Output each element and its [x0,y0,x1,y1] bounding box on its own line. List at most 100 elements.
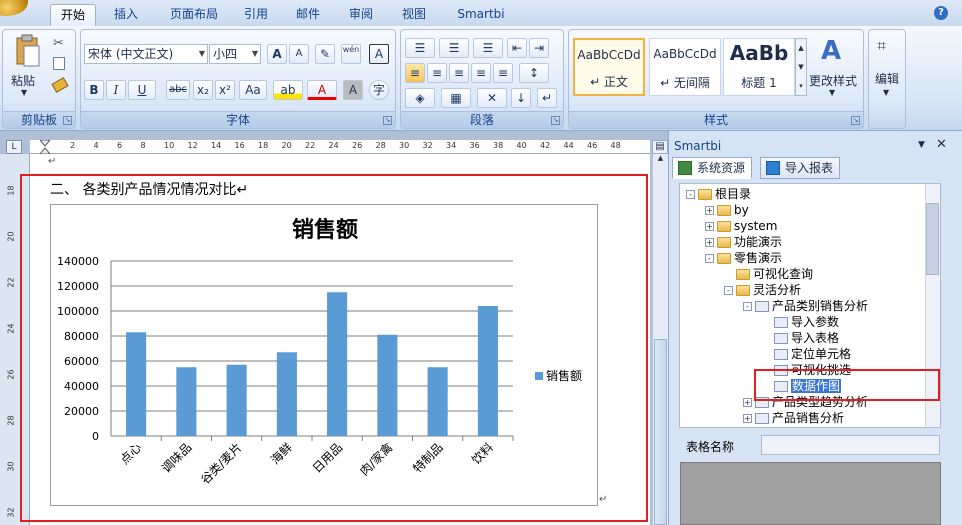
tree-node[interactable]: + 功能演示 [705,234,782,250]
help-icon[interactable]: ? [934,6,948,20]
tab-insert[interactable]: 插入 [104,4,148,26]
bold-button[interactable]: B [84,80,104,100]
panel-menu-icon[interactable]: ▼ [918,140,925,150]
strikethrough-button[interactable]: abc [166,80,190,100]
align-right-button[interactable]: ≡ [449,63,469,83]
clipboard-launcher-icon[interactable]: ↘ [63,116,72,125]
change-styles-icon[interactable]: A [821,36,841,66]
tab-smartbi[interactable]: Smartbi [446,4,516,26]
paste-icon[interactable] [15,34,41,68]
align-center-button[interactable]: ≡ [427,63,447,83]
tab-selector[interactable]: L [6,140,22,154]
style-normal[interactable]: AaBbCcDd ↵ 正文 [573,38,645,96]
panel-close-icon[interactable]: ✕ [936,137,947,152]
decrease-indent-button[interactable]: ⇤ [507,38,527,58]
tab-system-resources[interactable]: 系统资源 [672,157,753,179]
change-styles-label[interactable]: 更改样式 [809,72,857,89]
scroll-thumb[interactable] [654,339,667,525]
tree-node[interactable]: + by [705,202,749,218]
superscript-button[interactable]: x² [215,80,235,100]
editing-dropdown-icon[interactable]: ▼ [883,88,889,97]
tree-toggle-icon[interactable]: + [705,238,714,247]
shading-button[interactable]: ◈ [405,88,435,108]
tree-node[interactable]: 导入表格 [762,330,839,346]
tree-node[interactable]: + 产品销售分析 [743,410,844,426]
tab-view[interactable]: 视图 [392,4,436,26]
tree-toggle-icon[interactable]: + [743,414,752,423]
office-button[interactable] [0,0,28,16]
format-painter-icon[interactable] [51,77,69,93]
tree-toggle-icon[interactable]: + [705,222,714,231]
tree-node[interactable]: - 根目录 [686,186,751,202]
scroll-up-icon[interactable]: ▲ [654,154,667,166]
subscript-button[interactable]: x₂ [193,80,213,100]
tree-node[interactable]: 可视化查询 [724,266,813,282]
bullets-button[interactable]: ☰ [405,38,435,58]
tree-node[interactable]: 定位单元格 [762,346,851,362]
horizontal-ruler[interactable]: 2 4 6 8 10 12 14 16 18 20 22 24 26 28 30 32 34 36 38 40 42 44… [30,139,650,155]
cut-icon[interactable]: ✂ [53,36,64,51]
tab-home[interactable]: 开始 [50,4,96,26]
enclose-characters-button[interactable]: 字 [369,80,389,100]
tree-toggle-icon[interactable]: - [724,286,733,295]
sort-button[interactable]: ↓ [511,88,531,108]
font-color-button[interactable]: A [307,80,337,100]
shrink-font-button[interactable]: A [289,44,309,64]
tree-node[interactable]: 导入参数 [762,314,839,330]
paste-dropdown-icon[interactable]: ▼ [21,88,27,97]
style-no-spacing[interactable]: AaBbCcDd ↵ 无间隔 [649,38,721,96]
tree-node[interactable]: - 灵活分析 [724,282,801,298]
style-heading-1[interactable]: AaBb 标题 1 [723,38,795,96]
tree-node[interactable]: - 零售演示 [705,250,782,266]
paste-label[interactable]: 粘贴 [11,72,35,89]
tree-toggle-icon[interactable]: - [743,302,752,311]
font-name-combo[interactable]: 宋体 (中文正文) ▼ [84,44,208,64]
increase-indent-button[interactable]: ⇥ [529,38,549,58]
document-scrollbar[interactable]: ▲ [652,154,668,525]
distributed-button[interactable]: ≡ [493,63,513,83]
table-name-input[interactable] [761,435,940,455]
tree-scroll-thumb[interactable] [926,203,939,275]
tree-toggle-icon[interactable]: + [705,206,714,215]
paragraph-launcher-icon[interactable]: ↘ [551,116,560,125]
numbering-button[interactable]: ☰ [439,38,469,58]
tree-toggle-icon[interactable]: - [705,254,714,263]
align-left-button[interactable]: ≡ [405,63,425,83]
phonetic-guide-button[interactable]: wén [341,44,361,64]
binoculars-icon[interactable]: ⌗ [877,36,886,56]
tab-references[interactable]: 引用 [234,4,278,26]
indent-marker-icon[interactable] [38,139,52,155]
ruler-tick-label: 6 [117,141,123,150]
clear-format-button[interactable]: ✎ [315,44,335,64]
tree-node[interactable]: + system [705,218,777,234]
styles-scroll[interactable]: ▲ ▼ ▾ [795,38,807,96]
borders-button[interactable]: ▦ [441,88,471,108]
character-shading-button[interactable]: A [343,80,363,100]
chinese-layout-button[interactable]: ✕ [477,88,507,108]
grow-font-button[interactable]: A [267,44,287,64]
font-size-combo[interactable]: 小四 ▼ [209,44,261,64]
tree-toggle-icon[interactable]: + [743,398,752,407]
tab-mailings[interactable]: 邮件 [286,4,330,26]
highlight-button[interactable]: ab [273,80,303,100]
styles-launcher-icon[interactable]: ↘ [851,116,860,125]
tab-review[interactable]: 审阅 [339,4,383,26]
copy-icon[interactable] [53,57,65,70]
tab-page-layout[interactable]: 页面布局 [158,4,230,26]
tab-import-report[interactable]: 导入报表 [760,157,841,179]
tree-toggle-icon[interactable]: - [686,190,695,199]
view-ruler-icon[interactable]: ▤ [652,140,668,154]
change-styles-dropdown-icon[interactable]: ▼ [829,88,835,97]
change-case-button[interactable]: Aa [239,80,267,100]
justify-button[interactable]: ≡ [471,63,491,83]
tree-node[interactable]: - 产品类别销售分析 [743,298,868,314]
character-border-button[interactable]: A [369,44,389,64]
show-marks-button[interactable]: ↵ [537,88,557,108]
underline-button[interactable]: U [128,80,156,100]
editing-label[interactable]: 编辑 [875,70,899,87]
line-spacing-button[interactable]: ↕ [519,63,549,83]
font-launcher-icon[interactable]: ↘ [383,116,392,125]
report-icon [774,349,788,360]
italic-button[interactable]: I [106,80,126,100]
multilevel-list-button[interactable]: ☰ [473,38,503,58]
